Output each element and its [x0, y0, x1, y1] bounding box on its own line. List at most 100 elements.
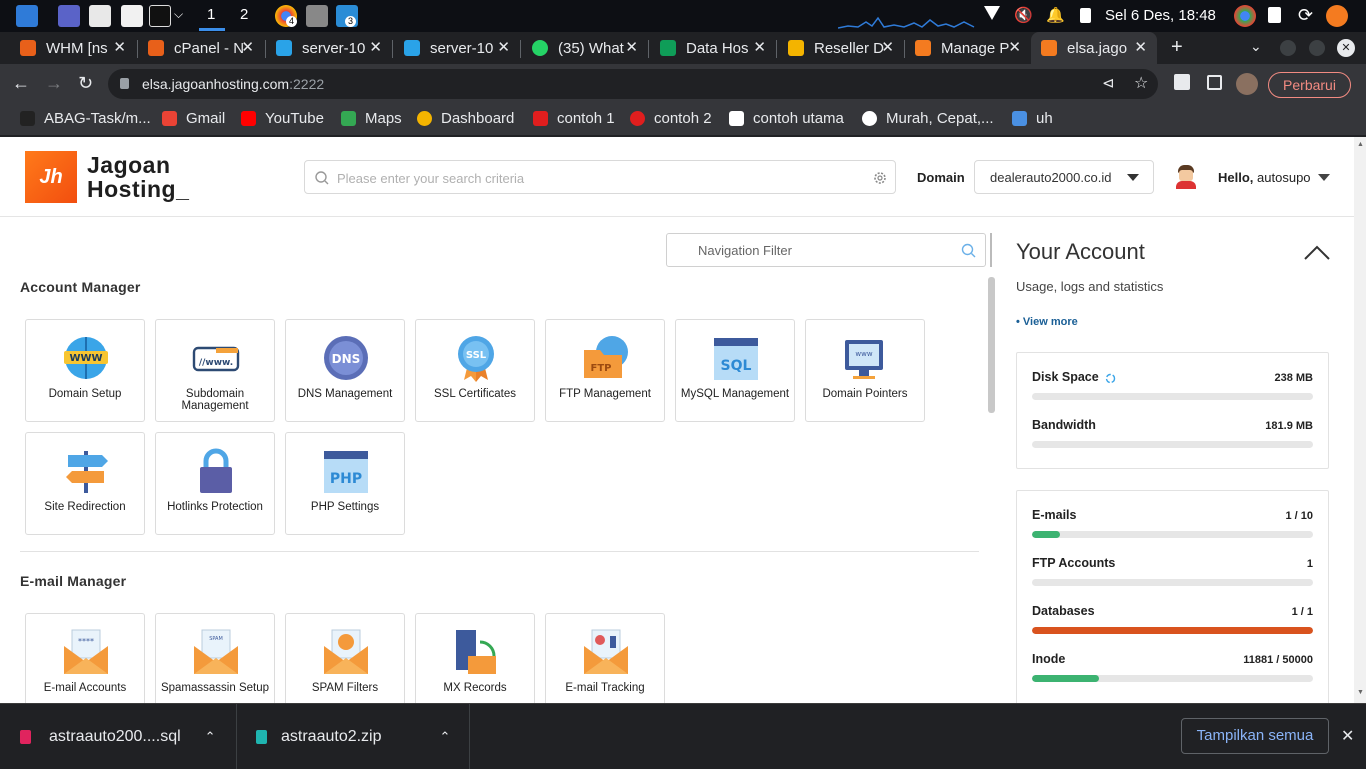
forward-arrow-icon[interactable]: →	[45, 73, 63, 94]
workspace-1-button[interactable]: 1	[207, 6, 215, 23]
collapse-chevron-up-icon[interactable]	[1304, 245, 1330, 261]
close-icon[interactable]: ✕	[1134, 38, 1147, 56]
battery-lock-icon[interactable]	[1080, 8, 1091, 23]
back-arrow-icon[interactable]: ←	[12, 73, 30, 94]
tile-mysql-management[interactable]: SQL MySQL Management	[675, 319, 795, 422]
bookmark-item[interactable]: Dashboard	[417, 110, 514, 127]
chevron-up-icon[interactable]: ⌃	[440, 729, 451, 745]
tile-dns-management[interactable]: DNS DNS Management	[285, 319, 405, 422]
mute-speaker-icon[interactable]: 🔇	[1014, 6, 1033, 24]
share-icon[interactable]: ⊲	[1102, 74, 1115, 92]
bookmark-item[interactable]: Maps	[341, 110, 402, 127]
avatar[interactable]	[1175, 165, 1197, 189]
window-close-icon[interactable]: ✕	[1337, 39, 1355, 57]
chrome-tray-icon[interactable]	[1234, 5, 1256, 27]
side-panel-icon[interactable]	[1207, 75, 1222, 90]
close-icon[interactable]: ✕	[1008, 38, 1021, 56]
jagoan-logo-icon[interactable]: Jh	[25, 151, 77, 203]
bookmark-item[interactable]: contoh 1	[533, 110, 615, 127]
address-bar[interactable]: elsa.jagoanhosting.com:2222 ⊲ ☆	[108, 69, 1158, 99]
tile-spam-filters[interactable]: SPAM Filters	[285, 613, 405, 703]
kali-menu-icon[interactable]	[16, 5, 38, 27]
tile-php-settings[interactable]: PHP PHP Settings	[285, 432, 405, 535]
profile-avatar[interactable]	[1236, 73, 1258, 95]
bookmark-item[interactable]: ABAG-Task/m...	[20, 110, 151, 127]
tile-email-tracking[interactable]: E-mail Tracking	[545, 613, 665, 703]
calculator-icon[interactable]	[306, 5, 328, 27]
logo-text[interactable]: Jagoan Hosting_	[87, 153, 189, 201]
close-icon[interactable]: ✕	[113, 38, 126, 56]
bookmark-star-icon[interactable]: ☆	[1134, 73, 1148, 93]
bookmark-item[interactable]: uh	[1012, 110, 1053, 127]
terminal-icon[interactable]	[149, 5, 171, 27]
chevron-up-icon[interactable]: ⌃	[205, 729, 216, 745]
scrollbar[interactable]	[988, 277, 995, 413]
close-icon[interactable]: ✕	[241, 38, 254, 56]
notification-bell-icon[interactable]: 🔔	[1046, 6, 1065, 24]
search-input[interactable]: Please enter your search criteria	[304, 160, 896, 194]
tile-domain-pointers[interactable]: www Domain Pointers	[805, 319, 925, 422]
extensions-puzzle-icon[interactable]	[1174, 74, 1190, 90]
bookmark-item[interactable]: contoh utama	[729, 110, 844, 127]
update-button[interactable]: Perbarui	[1268, 72, 1351, 98]
workspace-2-button[interactable]: 2	[240, 6, 248, 23]
domain-select[interactable]: dealerauto2000.co.id	[974, 160, 1154, 194]
file-manager-icon[interactable]	[89, 5, 111, 27]
tab-elsa-active[interactable]: elsa.jago ✕	[1031, 32, 1157, 64]
close-icon[interactable]: ✕	[625, 38, 638, 56]
download-item-zip[interactable]: astraauto2.zip ⌃	[256, 704, 450, 769]
refresh-icon[interactable]	[1105, 373, 1116, 384]
close-icon[interactable]: ✕	[369, 38, 382, 56]
lock-icon[interactable]	[1268, 7, 1281, 23]
user-menu-chevron-icon[interactable]	[1318, 174, 1330, 181]
bookmark-item[interactable]: Gmail	[162, 110, 225, 127]
site-info-lock-icon[interactable]	[120, 78, 129, 89]
close-icon[interactable]: ✕	[753, 38, 766, 56]
tile-hotlinks-protection[interactable]: Hotlinks Protection	[155, 432, 275, 535]
tab-server-2[interactable]: server-10 ✕	[394, 32, 520, 64]
tab-whm[interactable]: WHM [ns ✕	[10, 32, 136, 64]
show-all-downloads-button[interactable]: Tampilkan semua	[1181, 718, 1329, 754]
tile-ssl-certificates[interactable]: SSL SSL Certificates	[415, 319, 535, 422]
file-icon	[20, 729, 31, 744]
bookmark-item[interactable]: Murah, Cepat,...	[862, 110, 994, 127]
bookmark-item[interactable]: contoh 2	[630, 110, 712, 127]
gear-icon[interactable]	[873, 171, 887, 185]
tab-server-1[interactable]: server-10 ✕	[266, 32, 392, 64]
new-tab-plus-icon[interactable]: +	[1171, 36, 1183, 59]
whatsapp-icon	[532, 40, 548, 56]
reload-icon[interactable]: ↻	[78, 73, 93, 94]
tile-mx-records[interactable]: MX Records	[415, 613, 535, 703]
navigation-filter-input[interactable]: Navigation Filter	[666, 233, 986, 267]
tile-site-redirection[interactable]: Site Redirection	[25, 432, 145, 535]
tab-search-chevron-icon[interactable]: ⌄	[1250, 38, 1262, 55]
maximize-icon[interactable]	[1309, 40, 1325, 56]
tab-manage[interactable]: Manage P ✕	[905, 32, 1031, 64]
close-icon[interactable]: ✕	[497, 38, 510, 56]
tile-domain-setup[interactable]: WWW Domain Setup	[25, 319, 145, 422]
tab-whatsapp[interactable]: (35) What ✕	[522, 32, 648, 64]
clock[interactable]: Sel 6 Des, 18:48	[1105, 7, 1216, 24]
download-item-sql[interactable]: astraauto200....sql ⌃	[20, 704, 216, 769]
close-icon[interactable]: ✕	[1341, 726, 1354, 746]
tile-ftp-management[interactable]: FTP FTP Management	[545, 319, 665, 422]
tab-cpanel[interactable]: cPanel - N ✕	[138, 32, 264, 64]
tab-reseller[interactable]: Reseller D ✕	[778, 32, 904, 64]
jagoan-icon	[1041, 40, 1057, 56]
tab-data-hosting[interactable]: Data Hos ✕	[650, 32, 776, 64]
user-greeting[interactable]: Hello, autosupo	[1218, 170, 1311, 185]
tile-subdomain-management[interactable]: //www. Subdomain Management	[155, 319, 275, 422]
text-editor-icon[interactable]	[121, 5, 143, 27]
page-scrollbar[interactable]: ▲ ▼	[1354, 137, 1366, 703]
tile-spamassassin-setup[interactable]: SPAM Spamassassin Setup	[155, 613, 275, 703]
minimize-icon[interactable]	[1280, 40, 1296, 56]
workspace-icon[interactable]	[58, 5, 80, 27]
bookmark-item[interactable]: YouTube	[241, 110, 324, 127]
view-more-link[interactable]: • View more	[1016, 316, 1078, 328]
chevron-down-icon[interactable]: ⌵	[174, 7, 183, 22]
power-icon[interactable]: ⟳	[1298, 5, 1313, 26]
tile-email-accounts[interactable]: **** E-mail Accounts	[25, 613, 145, 703]
wifi-icon[interactable]	[984, 6, 1000, 20]
color-picker-icon[interactable]	[1326, 5, 1348, 27]
close-icon[interactable]: ✕	[881, 38, 894, 56]
